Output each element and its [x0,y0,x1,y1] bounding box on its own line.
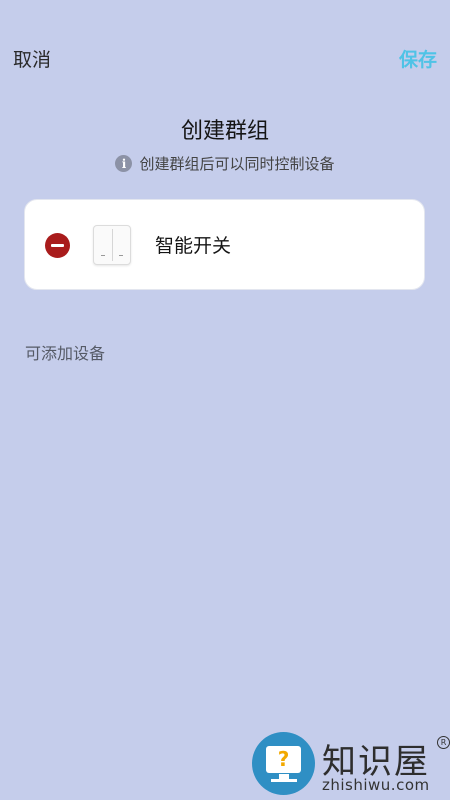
hint-row: i 创建群组后可以同时控制设备 [0,153,450,174]
cancel-button[interactable]: 取消 [13,45,51,72]
save-button[interactable]: 保存 [399,45,437,72]
page-title: 创建群组 [180,119,269,144]
smart-switch-icon [93,225,131,265]
group-device-card: 智能开关 [24,199,425,290]
registered-mark-icon: R [437,736,450,749]
watermark-logo-icon: ? [252,732,315,795]
watermark-name-en: zhishiwu.com [322,776,430,794]
device-name: 智能开关 [155,235,232,257]
hint-text: 创建群组后可以同时控制设备 [139,155,335,173]
info-icon: i [115,155,133,172]
available-devices-label: 可添加设备 [25,344,106,363]
header: 取消 保存 [0,0,450,120]
watermark: ? 知识屋 R zhishiwu.com [250,732,450,800]
remove-device-icon[interactable] [45,233,70,258]
